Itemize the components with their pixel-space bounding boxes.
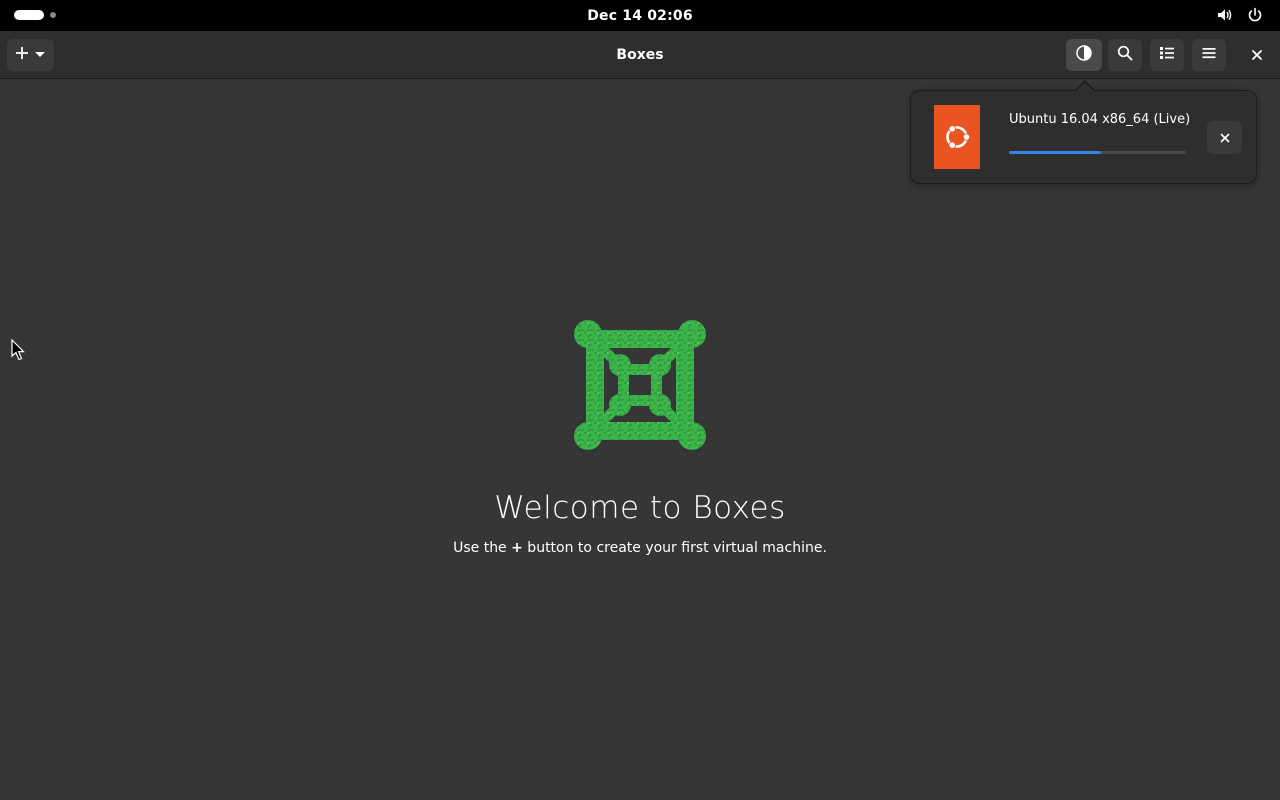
close-window-button[interactable] xyxy=(1245,43,1269,67)
top-bar: Dec 14 02:06 xyxy=(0,0,1280,31)
clock[interactable]: Dec 14 02:06 xyxy=(587,8,693,24)
close-icon xyxy=(1220,128,1230,147)
ubuntu-logo-icon xyxy=(934,105,980,169)
window-title: Boxes xyxy=(616,47,664,63)
empty-state: Welcome to Boxes Use the + button to cre… xyxy=(0,318,1280,556)
boxes-logo-icon xyxy=(574,318,706,452)
search-button[interactable] xyxy=(1108,39,1142,71)
list-view-button[interactable] xyxy=(1150,39,1184,71)
activities-indicator[interactable] xyxy=(14,10,56,20)
workspace-dot xyxy=(50,12,56,18)
system-tray[interactable] xyxy=(1216,6,1264,24)
close-icon xyxy=(1251,46,1263,65)
list-view-icon xyxy=(1159,45,1175,65)
welcome-desc-before: Use the xyxy=(453,540,512,556)
cancel-download-button[interactable] xyxy=(1207,121,1242,154)
main-menu-button[interactable] xyxy=(1192,39,1226,71)
welcome-description: Use the + button to create your first vi… xyxy=(453,540,827,556)
clock-container: Dec 14 02:06 xyxy=(0,0,1280,31)
volume-icon[interactable] xyxy=(1216,6,1234,24)
welcome-desc-plus: + xyxy=(511,540,523,556)
mouse-pointer-icon xyxy=(11,338,25,365)
theme-toggle-button[interactable] xyxy=(1066,39,1102,71)
vm-download-name: Ubuntu 16.04 x86_64 (Live) xyxy=(1009,112,1191,127)
new-vm-menu-button[interactable] xyxy=(7,39,54,71)
search-icon xyxy=(1117,45,1133,65)
active-workspace-pill xyxy=(14,10,44,20)
theme-icon xyxy=(1075,44,1093,66)
welcome-title: Welcome to Boxes xyxy=(494,490,786,526)
downloads-popover: Ubuntu 16.04 x86_64 (Live) xyxy=(910,90,1257,184)
welcome-desc-after: button to create your first virtual mach… xyxy=(522,540,827,556)
download-progress-fill xyxy=(1009,151,1102,154)
download-progress-bar xyxy=(1009,151,1186,154)
header-bar: Boxes xyxy=(0,31,1280,79)
hamburger-menu-icon xyxy=(1201,45,1217,65)
dropdown-icon xyxy=(33,46,47,65)
power-icon[interactable] xyxy=(1246,6,1264,24)
add-icon xyxy=(14,45,30,65)
popover-arrow xyxy=(1075,82,1095,92)
